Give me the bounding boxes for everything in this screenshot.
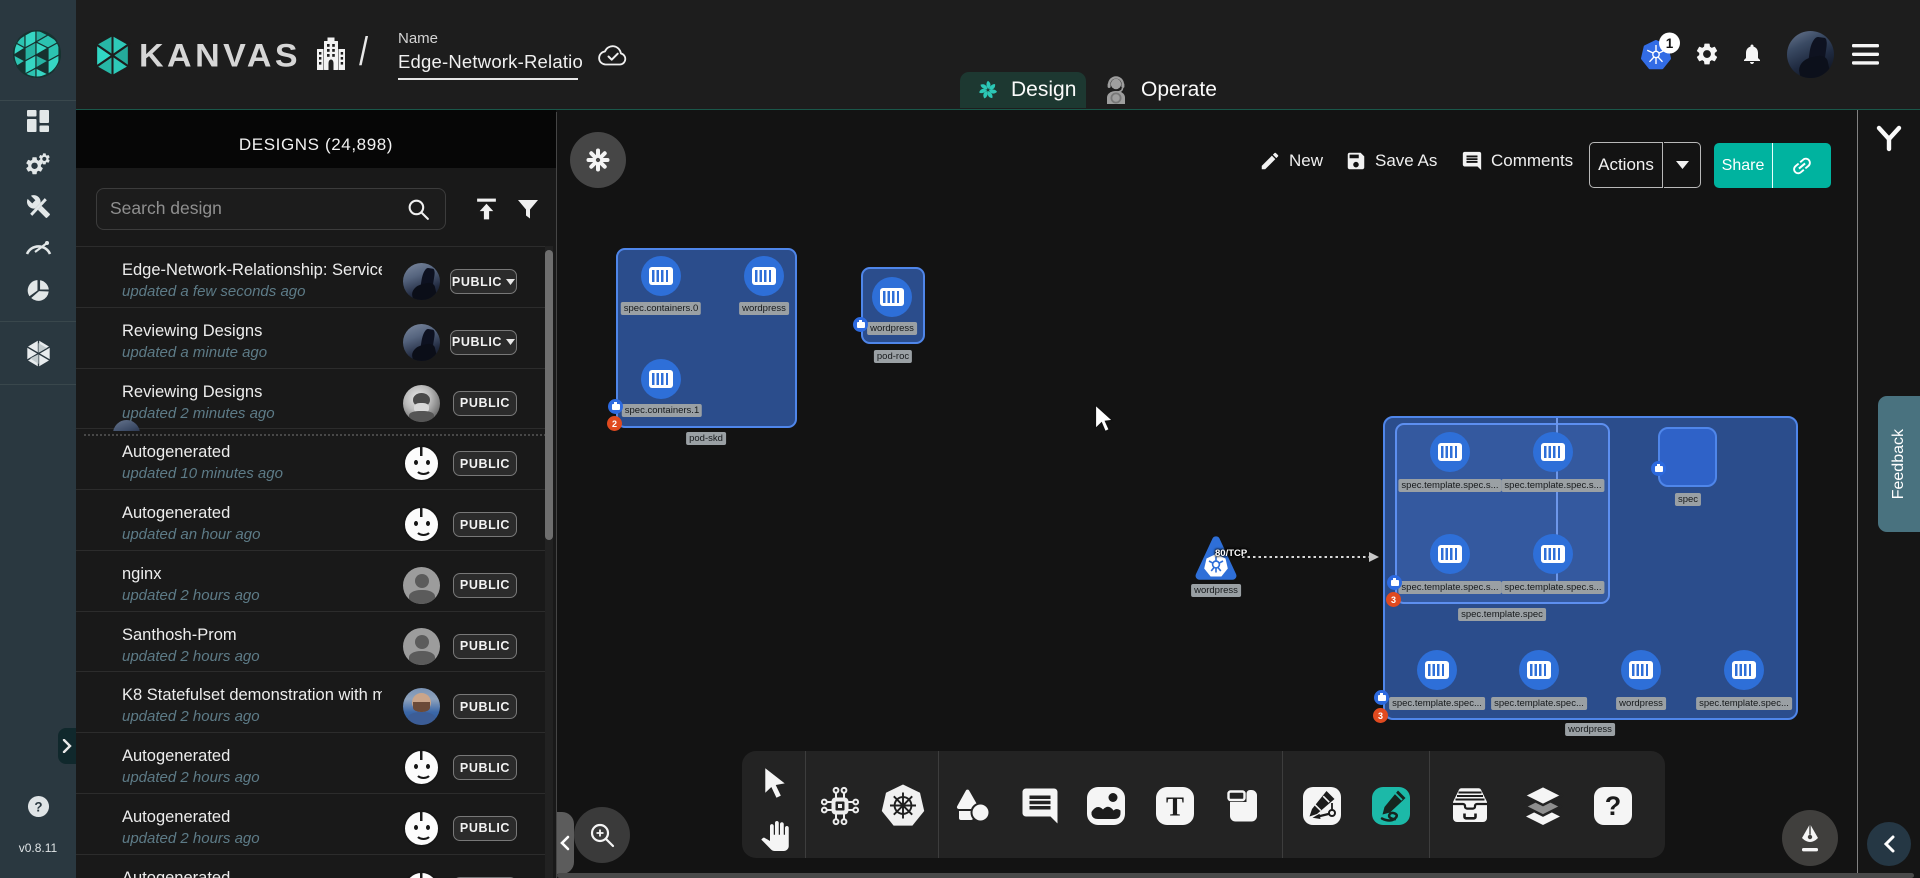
svg-text:1: 1 bbox=[1666, 36, 1674, 51]
svg-text:?: ? bbox=[1605, 791, 1622, 821]
svg-text:T: T bbox=[1166, 792, 1184, 822]
svg-text:?: ? bbox=[34, 799, 42, 814]
